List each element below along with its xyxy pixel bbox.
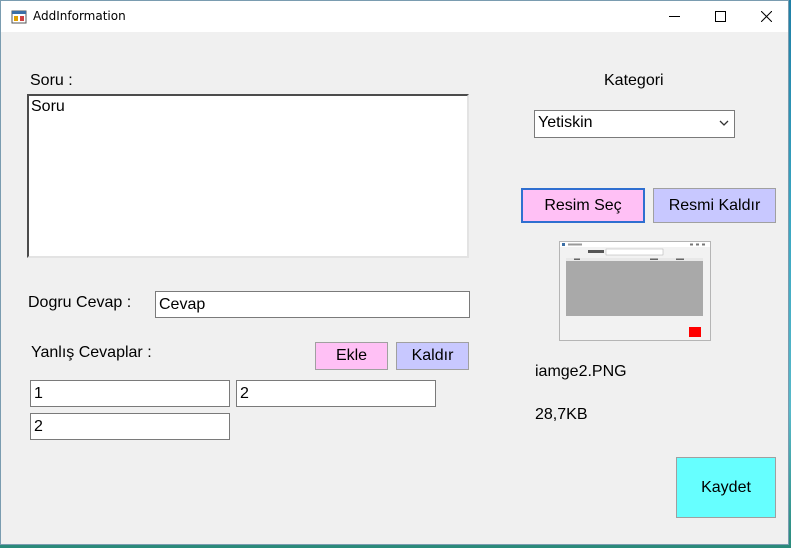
maximize-button[interactable] — [697, 1, 743, 32]
category-selected-value: Yetiskin — [538, 114, 593, 131]
wrong-answers-label: Yanlış Cevaplar : — [31, 344, 152, 361]
window-title: AddInformation — [33, 9, 126, 23]
image-preview — [559, 241, 711, 341]
image-filename: iamge2.PNG — [535, 363, 627, 380]
minimize-button[interactable] — [651, 1, 697, 32]
wrong-answer-input-1[interactable] — [30, 380, 230, 407]
category-label: Kategori — [604, 72, 664, 89]
correct-answer-input[interactable] — [155, 291, 470, 318]
remove-wrong-answer-button[interactable]: Kaldır — [396, 342, 469, 370]
question-textarea[interactable]: Soru — [27, 94, 469, 258]
correct-answer-label: Dogru Cevap : — [28, 294, 132, 311]
question-label: Soru : — [30, 72, 73, 89]
wrong-answer-input-3[interactable] — [30, 413, 230, 440]
title-bar: AddInformation — [1, 1, 788, 32]
category-select[interactable]: Yetiskin — [534, 110, 735, 138]
close-icon — [760, 11, 772, 22]
remove-image-button[interactable]: Resmi Kaldır — [653, 188, 776, 223]
close-button[interactable] — [743, 1, 789, 32]
add-wrong-answer-button[interactable]: Ekle — [315, 342, 388, 370]
image-thumbnail — [560, 242, 710, 340]
save-button[interactable]: Kaydet — [676, 457, 776, 518]
app-icon — [11, 10, 27, 24]
image-size: 28,7KB — [535, 406, 588, 423]
chevron-down-icon — [719, 120, 729, 126]
add-information-window: AddInformation Soru : Soru Kategori Yeti… — [0, 0, 789, 545]
select-image-button[interactable]: Resim Seç — [521, 188, 645, 223]
minimize-icon — [668, 16, 680, 17]
wrong-answer-input-2[interactable] — [236, 380, 436, 407]
maximize-icon — [714, 11, 726, 22]
